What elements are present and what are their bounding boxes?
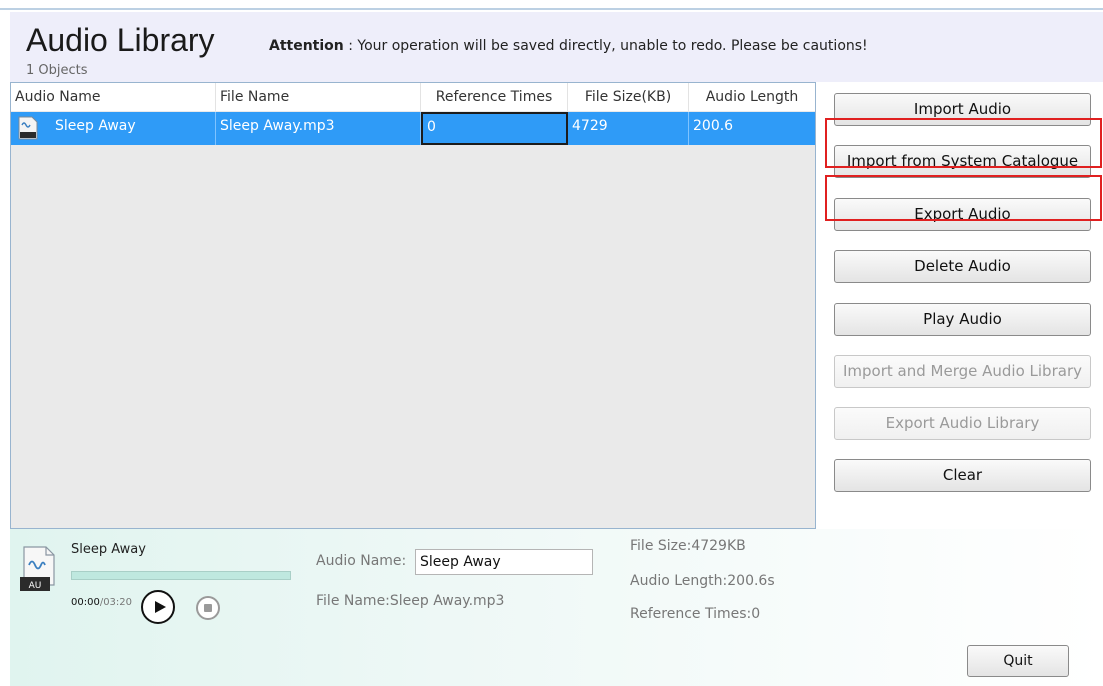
current-time: 00:00 <box>71 597 100 608</box>
play-button[interactable] <box>141 590 175 624</box>
audio-library-window: Audio Library Attention : Your operation… <box>0 0 1103 686</box>
audio-name-label: Audio Name: <box>316 553 407 569</box>
column-header-file-size[interactable]: File Size(KB) <box>568 83 689 111</box>
object-count: 1 Objects <box>26 63 88 78</box>
import-merge-library-button[interactable]: Import and Merge Audio Library <box>834 355 1091 388</box>
title-bar-line <box>0 0 1103 10</box>
total-time: /03:20 <box>99 597 133 608</box>
cell-audio-length: 200.6 <box>693 118 734 134</box>
stop-icon <box>204 604 212 612</box>
audio-file-icon <box>18 116 38 140</box>
audio-name-text: Sleep Away <box>55 118 136 134</box>
file-size-text: File Size:4729KB <box>630 538 746 554</box>
column-header-audio-length[interactable]: Audio Length <box>689 83 815 111</box>
attention-label: Attention <box>269 38 344 54</box>
audio-table[interactable]: Audio Name File Name Reference Times Fil… <box>10 82 816 529</box>
action-panel: Import Audio Import from System Catalogu… <box>816 82 1103 529</box>
column-header-file-name[interactable]: File Name <box>216 83 421 111</box>
cell-file-size: 4729 <box>568 112 689 145</box>
cell-file-name: Sleep Away.mp3 <box>216 112 421 145</box>
highlight-box <box>825 175 1102 221</box>
audio-length-text: Audio Length:200.6s <box>630 573 775 589</box>
audio-file-icon: AU <box>20 546 55 591</box>
clear-button[interactable]: Clear <box>834 459 1091 492</box>
file-badge: AU <box>29 581 42 591</box>
quit-button[interactable]: Quit <box>967 645 1069 677</box>
file-name-text: File Name:Sleep Away.mp3 <box>316 593 505 609</box>
cell-reference-times[interactable]: 0 <box>421 112 568 145</box>
reference-times-text: Reference Times:0 <box>630 606 761 622</box>
page-title: Audio Library <box>26 22 215 58</box>
audio-name-input[interactable]: Sleep Away <box>415 549 593 575</box>
column-header-audio-name[interactable]: Audio Name <box>11 83 216 111</box>
table-header: Audio Name File Name Reference Times Fil… <box>11 83 815 111</box>
header: Audio Library Attention : Your operation… <box>10 12 1103 82</box>
progress-bar[interactable] <box>71 571 291 580</box>
now-playing-title: Sleep Away <box>71 542 146 557</box>
attention-notice: Attention : Your operation will be saved… <box>269 38 868 54</box>
attention-text: : Your operation will be saved directly,… <box>343 38 868 54</box>
details-panel: AU Sleep Away 00:00/03:20 Audio Name: Sl… <box>10 529 1103 686</box>
highlight-box <box>825 118 1102 168</box>
export-library-button[interactable]: Export Audio Library <box>834 407 1091 440</box>
cell-audio-name: Sleep Away <box>11 112 216 145</box>
column-header-reference-times[interactable]: Reference Times <box>421 83 568 111</box>
delete-audio-button[interactable]: Delete Audio <box>834 250 1091 283</box>
time-display: 00:00/03:20 <box>71 597 132 608</box>
table-row[interactable]: Sleep Away Sleep Away.mp3 0 4729 200.6 <box>11 112 815 145</box>
play-audio-button[interactable]: Play Audio <box>834 303 1091 336</box>
play-icon <box>155 601 166 613</box>
stop-button[interactable] <box>196 596 220 620</box>
